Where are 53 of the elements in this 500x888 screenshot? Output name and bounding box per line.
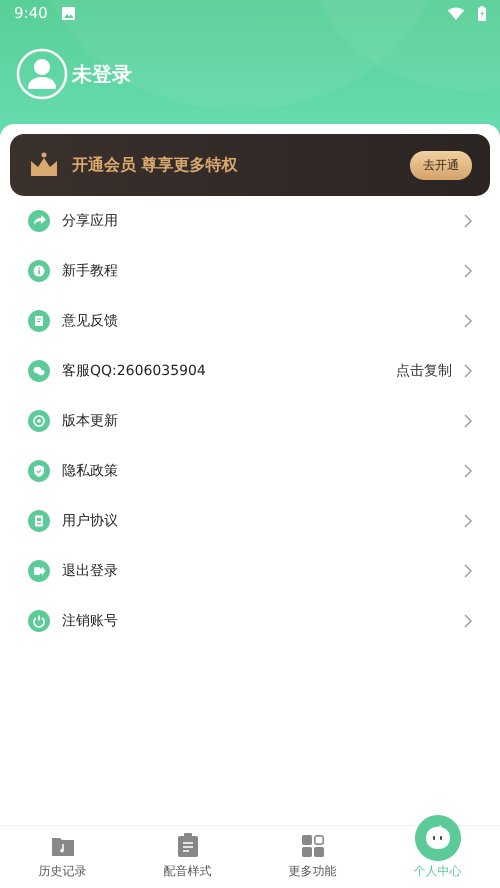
menu-item[interactable]: 隐私政策 — [0, 446, 500, 496]
feedback-icon — [28, 310, 50, 332]
info-icon — [28, 260, 50, 282]
chevron-right-icon — [464, 614, 472, 628]
menu-label: 隐私政策 — [62, 462, 119, 480]
menu-label: 意见反馈 — [62, 312, 119, 330]
document-icon — [28, 510, 50, 532]
image-icon — [62, 6, 75, 20]
menu-item[interactable]: 分享应用 — [0, 196, 500, 246]
username: 未登录 — [72, 60, 132, 88]
menu-label: 新手教程 — [62, 262, 119, 280]
clipboard-icon — [176, 833, 198, 857]
menu-item[interactable]: 意见反馈 — [0, 296, 500, 346]
activate-button[interactable]: 去开通 — [410, 150, 472, 180]
power-icon — [28, 610, 50, 632]
grid-icon — [302, 835, 324, 857]
menu-item[interactable]: 用户协议 — [0, 496, 500, 546]
chevron-right-icon — [464, 214, 472, 228]
menu-label: 用户协议 — [62, 512, 119, 530]
nav-tab[interactable]: 配音样式 — [125, 826, 250, 888]
menu-label: 分享应用 — [62, 212, 119, 230]
refresh-icon — [28, 410, 50, 432]
chevron-right-icon — [464, 364, 472, 378]
menu-label: 客服QQ:2606035904 — [62, 362, 207, 380]
battery-icon — [478, 6, 486, 20]
avatar-icon — [16, 48, 68, 100]
chevron-right-icon — [464, 514, 472, 528]
menu-item[interactable]: 新手教程 — [0, 246, 500, 296]
chevron-right-icon — [464, 314, 472, 328]
chat-icon — [28, 360, 50, 382]
chevron-right-icon — [464, 414, 472, 428]
chevron-right-icon — [464, 564, 472, 578]
crown-icon — [30, 152, 58, 178]
shield-icon — [28, 460, 50, 482]
chevron-right-icon — [464, 464, 472, 478]
logout-icon — [28, 560, 50, 582]
vip-promo-text: 开通会员 尊享更多特权 — [72, 154, 239, 176]
copy-link[interactable]: 点击复制 — [396, 362, 452, 380]
share-icon — [28, 210, 50, 232]
menu-label: 版本更新 — [62, 412, 119, 430]
music-folder-icon — [50, 835, 74, 857]
wifi-icon — [448, 6, 464, 20]
menu-item[interactable]: 退出登录 — [0, 546, 500, 596]
nav-tab[interactable]: 历史记录 — [0, 826, 125, 888]
nav-tab[interactable]: 更多功能 — [250, 826, 375, 888]
menu-item[interactable]: 客服QQ:2606035904 点击复制 — [0, 346, 500, 396]
menu-label: 注销账号 — [62, 612, 119, 630]
menu-item[interactable]: 版本更新 — [0, 396, 500, 446]
menu-label: 退出登录 — [62, 562, 119, 580]
menu-item[interactable]: 注销账号 — [0, 596, 500, 646]
chevron-right-icon — [464, 264, 472, 278]
mascot-icon — [414, 815, 460, 861]
status-time: 9:40 — [14, 4, 48, 22]
